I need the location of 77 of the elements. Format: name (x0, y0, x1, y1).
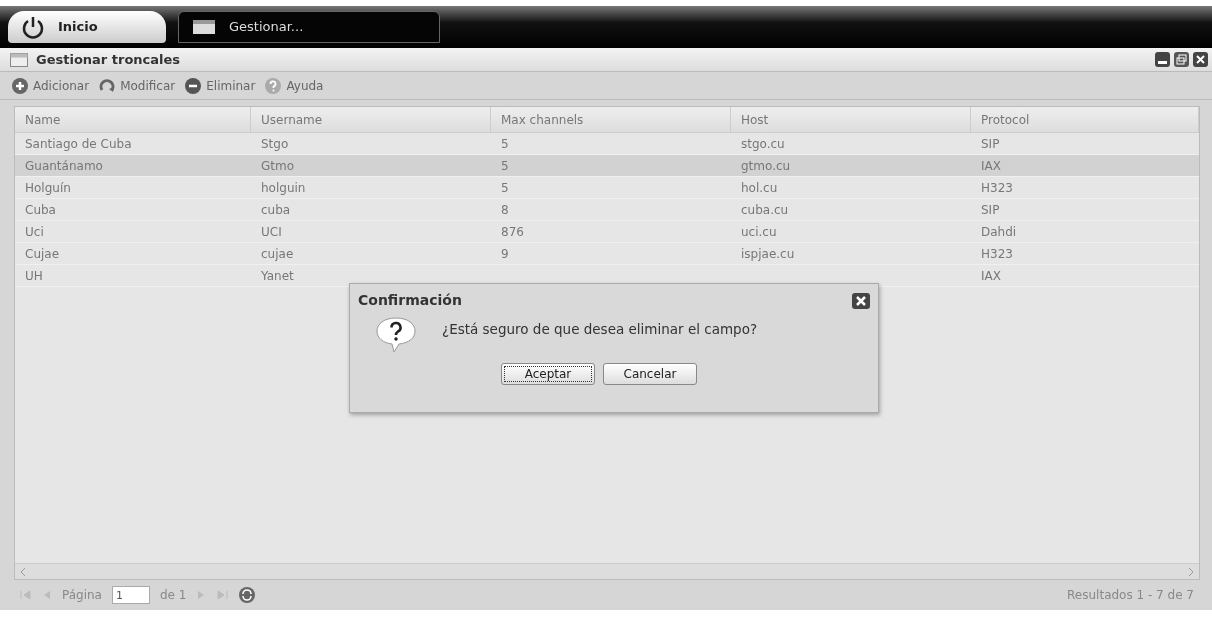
window-icon (193, 20, 215, 34)
table-cell-text: Cujae (24, 245, 61, 263)
column-header[interactable]: Protocol (971, 107, 1199, 132)
table-cell-text: UH (24, 267, 44, 285)
delete-button[interactable]: Eliminar (185, 76, 256, 95)
table-cell-text: holguin (260, 179, 307, 197)
table-cell-text: Stgo (260, 135, 290, 153)
table-cell-text: IAX (980, 267, 1002, 285)
dialog-title: Confirmación (358, 291, 462, 310)
table-cell-text: 5 (500, 157, 510, 175)
minus-icon (185, 77, 202, 94)
edit-button[interactable]: Modificar (99, 76, 176, 95)
last-page-icon[interactable] (216, 590, 229, 600)
table-row[interactable]: Cujae cujae 9 ispjae.cu H323 (15, 243, 1199, 265)
restore-icon[interactable] (1174, 52, 1189, 67)
table-cell-text: SIP (980, 135, 1001, 153)
results-count: Resultados 1 - 7 de 7 (1067, 587, 1194, 604)
first-page-icon[interactable] (20, 590, 32, 600)
window-title: Gestionar troncales (36, 50, 181, 69)
window-icon (10, 52, 28, 67)
taskbar-tab[interactable]: Gestionar... (178, 11, 440, 43)
table-cell-text: H323 (980, 245, 1014, 263)
column-header[interactable]: Host (731, 107, 971, 132)
table-cell-text: 5 (500, 179, 510, 197)
question-bubble-icon (374, 315, 418, 355)
close-icon[interactable] (852, 292, 870, 309)
table-cell-text: stgo.cu (740, 135, 786, 153)
scroll-left-icon[interactable] (19, 566, 27, 577)
table-cell-text: IAX (980, 157, 1002, 175)
dialog-message: ¿Está seguro de que desea eliminar el campo? (442, 320, 758, 339)
table-cell-text: Uci (24, 223, 45, 241)
table-cell-text: H323 (980, 179, 1014, 197)
table-cell-text: 5 (500, 135, 510, 153)
help-icon (265, 77, 282, 94)
table-row[interactable]: Uci UCI 876 uci.cu Dahdi (15, 221, 1199, 243)
scroll-right-icon[interactable] (1187, 566, 1195, 577)
table-cell-text: Cuba (24, 201, 57, 219)
previous-page-icon[interactable] (42, 590, 52, 600)
column-header[interactable]: Username (251, 107, 491, 132)
table-cell-text: UCI (260, 223, 283, 241)
table-cell-text: hol.cu (740, 179, 779, 197)
table-row[interactable]: Cuba cuba 8 cuba.cu SIP (15, 199, 1199, 221)
start-button[interactable]: Inicio (8, 11, 166, 43)
table-cell-text: 8 (500, 201, 510, 219)
column-header[interactable]: Name (15, 107, 251, 132)
close-icon[interactable] (1193, 52, 1208, 67)
table-cell-text: Yanet (260, 267, 295, 285)
table-cell-text: 9 (500, 245, 510, 263)
table-cell-text: 876 (500, 223, 525, 241)
table-cell-text: uci.cu (740, 223, 778, 241)
table-cell-text: Dahdi (980, 223, 1018, 241)
table-cell-text: Guantánamo (24, 157, 104, 175)
minimize-icon[interactable] (1155, 52, 1170, 67)
refresh-icon[interactable] (238, 586, 257, 604)
help-button[interactable]: Ayuda (265, 76, 324, 95)
table-cell-text: cuba (260, 201, 292, 219)
table-row[interactable]: Holguín holguin 5 hol.cu H323 (15, 177, 1199, 199)
page-field[interactable]: 1 (111, 586, 150, 604)
horizontal-scrollbar[interactable] (15, 563, 1199, 579)
table-cell-text: ispjae.cu (740, 245, 796, 263)
cancel-button[interactable]: Cancelar (603, 363, 697, 385)
power-icon (20, 14, 46, 40)
page-label: Página (62, 587, 102, 604)
table-cell-text: cujae (260, 245, 295, 263)
table-cell-text: Santiago de Cuba (24, 135, 133, 153)
add-button[interactable]: Adicionar (12, 76, 90, 95)
accept-button[interactable]: Aceptar (501, 363, 595, 385)
page-count: de 1 (159, 587, 187, 604)
column-header[interactable]: Max channels (491, 107, 731, 132)
table-cell-text: SIP (980, 201, 1001, 219)
table-cell-text: Holguín (24, 179, 72, 197)
table-cell-text: gtmo.cu (740, 157, 792, 175)
plus-icon (12, 77, 28, 94)
table-cell-text: cuba.cu (740, 201, 790, 219)
table-cell-text: Gtmo (260, 157, 296, 175)
table-row[interactable]: Guantánamo Gtmo 5 gtmo.cu IAX (15, 155, 1199, 177)
refresh-icon (99, 77, 116, 94)
